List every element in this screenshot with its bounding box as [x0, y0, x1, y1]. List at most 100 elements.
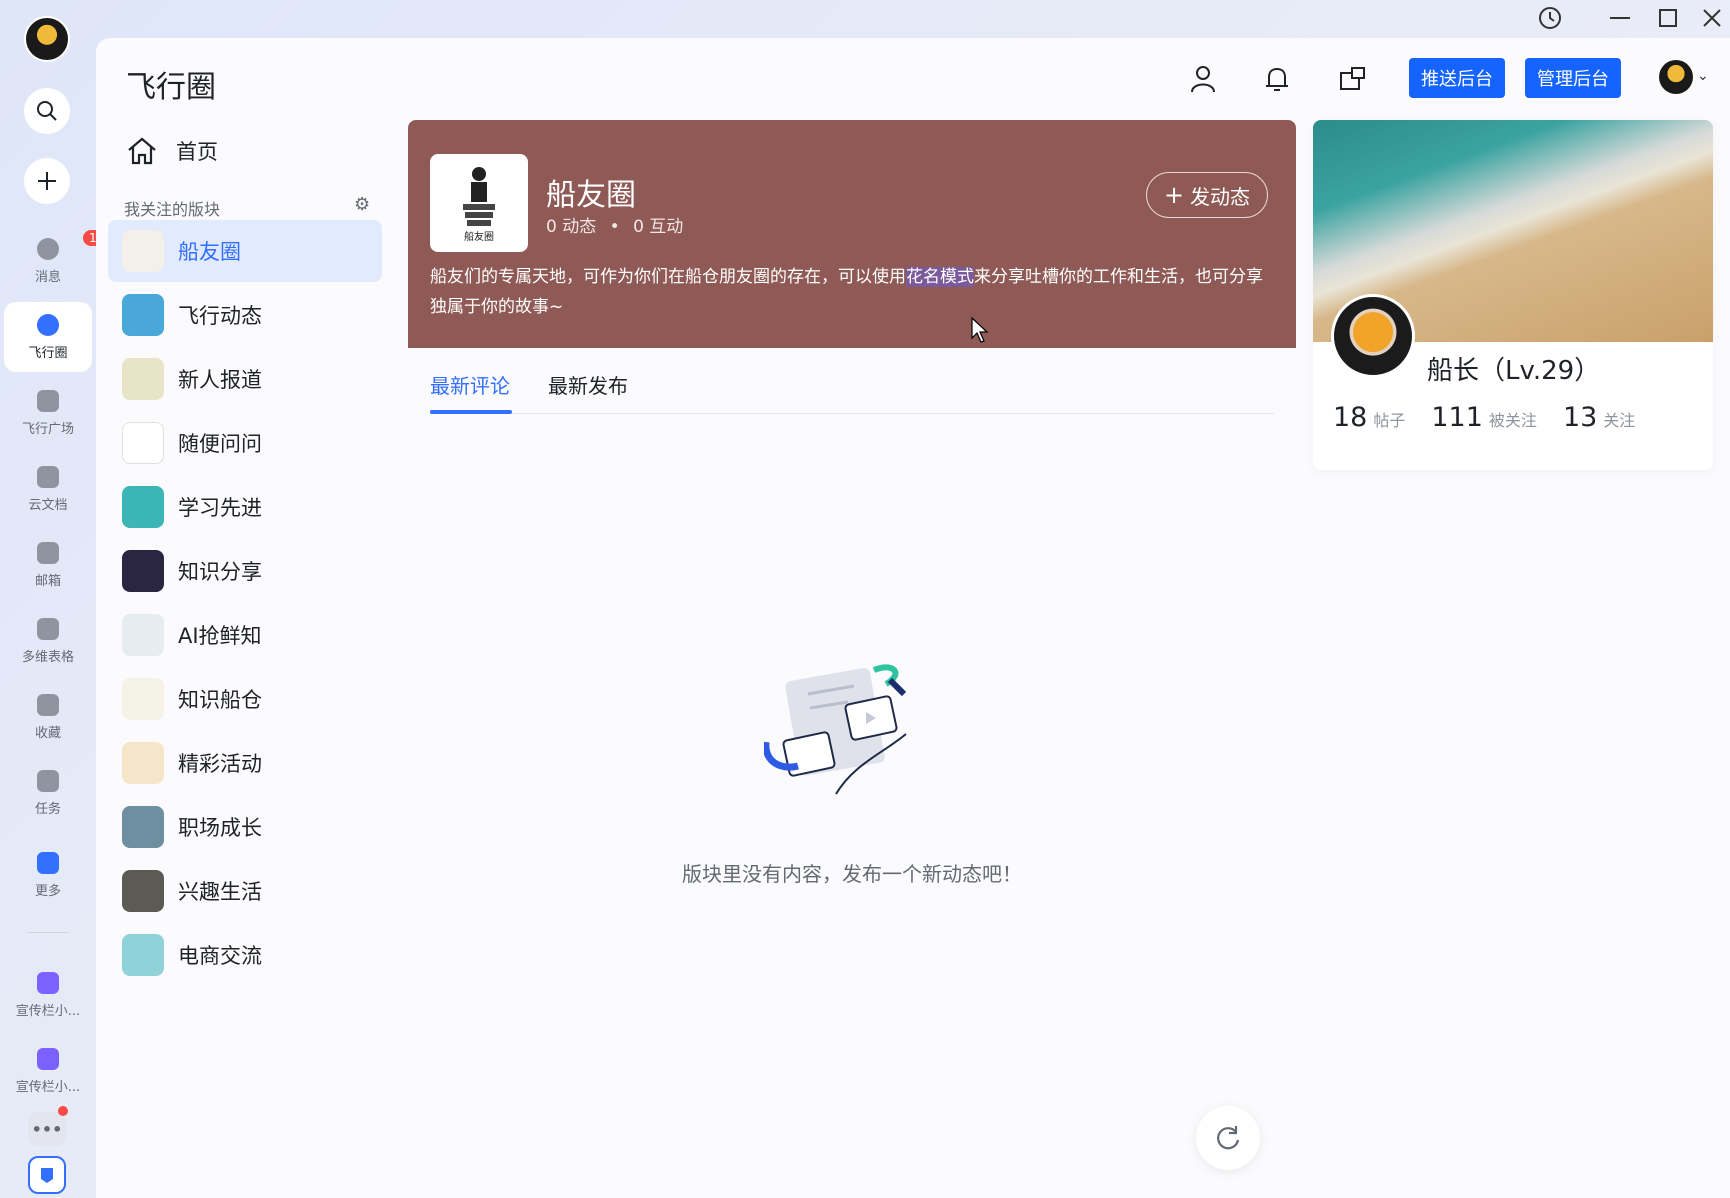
- window-share-icon[interactable]: [1336, 62, 1370, 96]
- reading-figure-icon: [463, 166, 495, 226]
- board-thumbnail: [122, 294, 164, 336]
- stats-separator: •: [609, 217, 620, 237]
- rail-label: 宣传栏小...: [15, 1079, 81, 1095]
- board-thumbnail: [122, 614, 164, 656]
- sidebar-item-xuexixianjin[interactable]: 学习先进: [108, 476, 382, 538]
- cover-caption: 船友圈: [464, 231, 494, 243]
- rail-label: 多维表格: [21, 649, 74, 665]
- sidebar-item-xingqushenghuo[interactable]: 兴趣生活: [108, 860, 382, 922]
- rail-label: 云文档: [28, 497, 68, 513]
- sidebar-item-label: 电商交流: [178, 944, 262, 968]
- empty-illustration: [764, 664, 907, 795]
- profile-card: 船长（Lv.29） 18 帖子 111 被关注 13 关注: [1313, 120, 1713, 470]
- board-thumbnail: [122, 870, 164, 912]
- account-avatar[interactable]: [1659, 60, 1693, 94]
- followed-section-title: 我关注的版块: [124, 200, 221, 219]
- rail-label: 飞行圈: [28, 345, 68, 361]
- sidebar-item-ai[interactable]: AI抢鲜知: [108, 604, 382, 666]
- rail-label: 消息: [34, 269, 61, 285]
- post-count: 0 动态: [546, 217, 597, 237]
- board-title: 船友圈: [546, 178, 636, 213]
- sidebar-item-suibianwenwen[interactable]: 随便问问: [108, 412, 382, 474]
- push-admin-button[interactable]: 推送后台: [1409, 58, 1505, 98]
- followers-count[interactable]: 111: [1431, 402, 1483, 433]
- sidebar-item-zhishichuancang[interactable]: 知识船仓: [108, 668, 382, 730]
- refresh-button[interactable]: [1196, 1106, 1260, 1170]
- board-description: 船友们的专属天地，可作为你们在船仓朋友圈的存在，可以使用花名模式来分享吐槽你的工…: [430, 262, 1270, 322]
- more-icon[interactable]: •••: [28, 1112, 66, 1146]
- sidebar-item-label: 船友圈: [178, 240, 241, 264]
- board-banner: 船友圈 船友圈 0 动态 • 0 互动 + 发动态 船友们的专属天地，可作为你们…: [408, 120, 1296, 348]
- tab-latest-posts[interactable]: 最新发布: [548, 370, 628, 399]
- board-thumbnail: [122, 678, 164, 720]
- more-apps-icon: [37, 851, 59, 874]
- sidebar-item-label: 知识船仓: [178, 688, 262, 712]
- board-thumbnail: [122, 358, 164, 400]
- rail-item-favorites[interactable]: 收藏: [4, 682, 92, 752]
- close-icon[interactable]: [1700, 4, 1724, 38]
- board-thumbnail: [122, 742, 164, 784]
- rail-item-app-2[interactable]: 宣传栏小...: [4, 1036, 92, 1106]
- sidebar-item-label: 新人报道: [178, 368, 262, 392]
- rail-item-base[interactable]: 多维表格: [4, 606, 92, 676]
- tab-latest-comments[interactable]: 最新评论: [430, 370, 510, 399]
- sidebar-item-zhishifenxiang[interactable]: 知识分享: [108, 540, 382, 602]
- app-icon: [37, 1047, 59, 1070]
- active-tab-indicator: [430, 410, 512, 414]
- sidebar-item-feixingdongtai[interactable]: 飞行动态: [108, 284, 382, 346]
- rail-item-plaza[interactable]: 飞行广场: [4, 378, 92, 448]
- maximize-icon[interactable]: [1656, 4, 1680, 38]
- history-icon[interactable]: [1536, 4, 1564, 38]
- bell-icon[interactable]: [1260, 62, 1294, 96]
- profile-name[interactable]: 船长（Lv.29）: [1427, 350, 1600, 387]
- star-icon: [37, 693, 59, 716]
- user-avatar[interactable]: [24, 16, 70, 62]
- sidebar-item-label: AI抢鲜知: [178, 624, 262, 648]
- sidebar-item-label: 精彩活动: [178, 752, 262, 776]
- followers-label: 被关注: [1488, 411, 1537, 430]
- board-thumbnail: [122, 806, 164, 848]
- rail-item-app-1[interactable]: 宣传栏小...: [4, 960, 92, 1030]
- description-text: 船友们的专属天地，可作为你们在船仓朋友圈的存在，可以使用: [430, 267, 906, 287]
- nav-home[interactable]: 首页: [126, 136, 218, 166]
- following-count[interactable]: 13: [1563, 402, 1597, 433]
- rail-item-docs[interactable]: 云文档: [4, 454, 92, 524]
- plus-icon: +: [1163, 181, 1185, 209]
- message-icon: 13: [37, 229, 111, 260]
- grid-icon: [37, 389, 59, 412]
- sidebar-item-jingcaihuodong[interactable]: 精彩活动: [108, 732, 382, 794]
- search-icon[interactable]: [24, 88, 70, 134]
- app-icon: [37, 971, 59, 994]
- manage-admin-button[interactable]: 管理后台: [1525, 58, 1621, 98]
- sidebar-item-label: 飞行动态: [178, 304, 262, 328]
- gear-icon[interactable]: ⚙: [354, 194, 370, 215]
- post-update-button[interactable]: + 发动态: [1146, 172, 1268, 218]
- rail-item-messages[interactable]: 13 消息: [4, 226, 111, 296]
- posts-count[interactable]: 18: [1333, 402, 1367, 433]
- rail-item-feixingquan[interactable]: 飞行圈: [4, 302, 92, 372]
- description-highlight: 花名模式: [906, 267, 974, 287]
- task-icon: [37, 769, 59, 792]
- rail-item-more[interactable]: 更多: [4, 840, 92, 910]
- person-icon[interactable]: [1186, 62, 1220, 96]
- rail-label: 宣传栏小...: [15, 1003, 81, 1019]
- left-rail: 13 消息 飞行圈 飞行广场 云文档 邮箱 多维表格 收藏 任务 更多 宣传栏小…: [0, 0, 111, 1198]
- sidebar-item-chuanyouquan[interactable]: 船友圈: [108, 220, 382, 282]
- sidebar-item-label: 随便问问: [178, 432, 262, 456]
- app-switch-icon[interactable]: [28, 1156, 66, 1194]
- minimize-icon[interactable]: [1608, 4, 1632, 38]
- profile-avatar[interactable]: [1331, 294, 1415, 378]
- rail-item-mail[interactable]: 邮箱: [4, 530, 92, 600]
- sidebar-item-zhichangchengzhang[interactable]: 职场成长: [108, 796, 382, 858]
- sidebar-item-xinrenbaodao[interactable]: 新人报道: [108, 348, 382, 410]
- sidebar-item-dianshangjiaoliu[interactable]: 电商交流: [108, 924, 382, 986]
- divider: [28, 932, 68, 933]
- board-thumbnail: [122, 550, 164, 592]
- board-cover-image: 船友圈: [430, 154, 528, 252]
- rail-item-tasks[interactable]: 任务: [4, 758, 92, 828]
- chevron-down-icon[interactable]: ⌄: [1697, 68, 1709, 84]
- notification-dot: [58, 1106, 68, 1116]
- plus-icon[interactable]: [24, 158, 70, 204]
- cursor-icon: [971, 316, 989, 343]
- rail-label: 收藏: [34, 725, 61, 741]
